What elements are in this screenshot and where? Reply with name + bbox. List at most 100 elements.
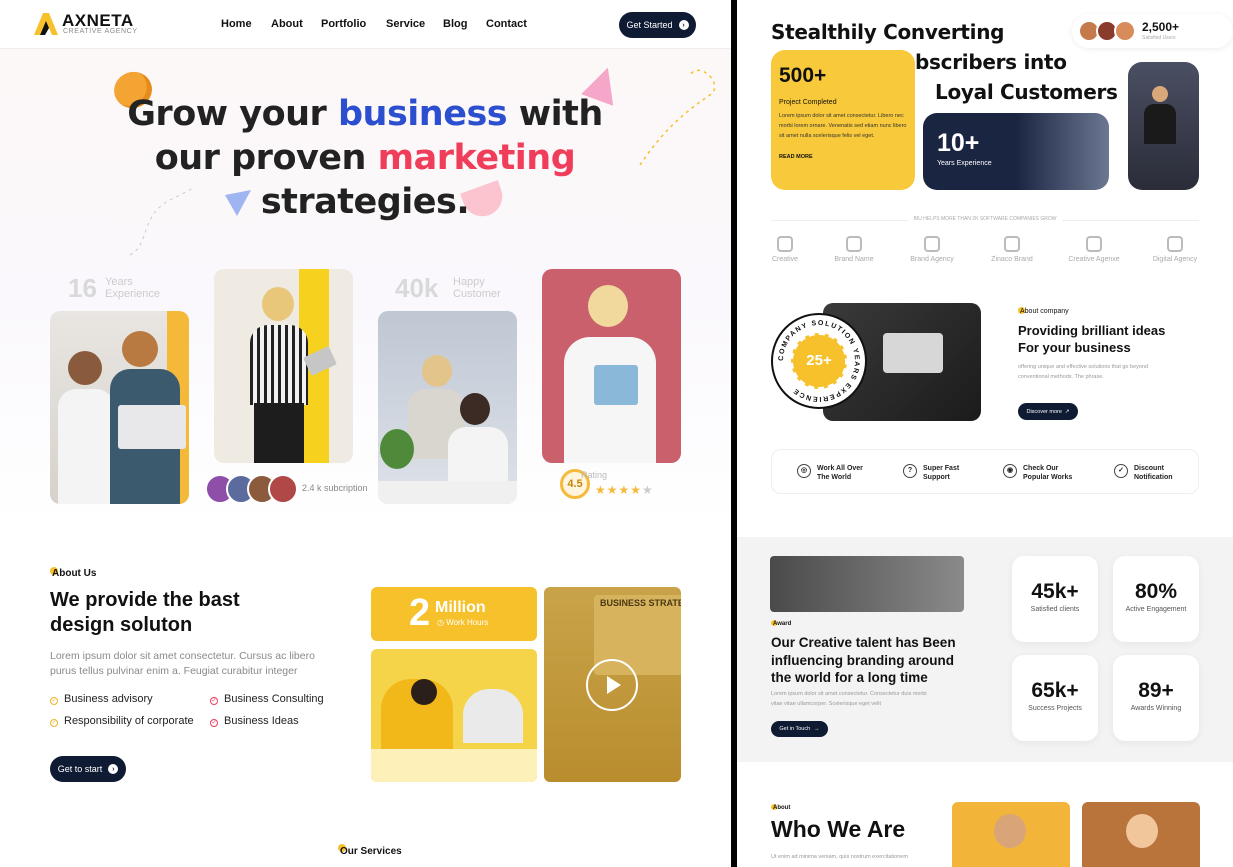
person-head <box>262 287 294 321</box>
hero-headline: Grow your business with our proven marke… <box>127 94 603 222</box>
get-started-button[interactable]: Get Started › <box>619 12 696 38</box>
navbar: AXNETA CREATIVE AGENCY Home About Portfo… <box>0 0 731 49</box>
person-body <box>448 427 508 487</box>
avatar <box>268 474 298 504</box>
brand-icon <box>846 236 862 252</box>
features-bar: ◎ Work All Over The World ? Super Fast Suppo… <box>771 449 1199 494</box>
stat-box: 89+ Awards Winning <box>1113 655 1199 741</box>
arrow-right-icon: → <box>814 726 820 732</box>
get-started-label: Get Started <box>626 20 673 30</box>
happy-stat-label: Happy Customer <box>453 276 501 300</box>
nav-service[interactable]: Service <box>386 18 425 30</box>
desk <box>371 749 537 782</box>
nav-about[interactable]: About <box>271 18 303 30</box>
nav-blog[interactable]: Blog <box>443 18 467 30</box>
stat-box: 80% Active Engagement <box>1113 556 1199 642</box>
nav-contact[interactable]: Contact <box>486 18 527 30</box>
logo-icon[interactable] <box>34 13 58 35</box>
million-card: 2 Million ◷ Work Hours <box>371 587 537 641</box>
about-company-title: Providing brilliant ideas For your busine… <box>1018 323 1166 355</box>
get-in-touch-button[interactable]: Get in Touch → <box>771 721 828 737</box>
plant <box>380 429 414 469</box>
star-rating: ★★★★★ <box>595 483 654 497</box>
brand-icon <box>1167 236 1183 252</box>
brand-logo: Zinaco Brand <box>982 236 1042 263</box>
person-head <box>1126 814 1158 848</box>
users-pill: 2,500+ Satisfied Users <box>1072 14 1233 48</box>
team-member-photo <box>1082 802 1200 867</box>
projects-text: Lorem ipsum dolor sit amet consectetur. … <box>779 113 907 139</box>
feature-item: ✓ Discount Notification <box>1114 464 1173 482</box>
about-text: Lorem ipsum dolor sit amet consectetur. … <box>50 650 315 677</box>
works-icon: ◉ <box>1003 464 1017 478</box>
projects-number: 500+ <box>779 64 827 87</box>
about-company-text: offering unique and effective solutions … <box>1018 364 1149 380</box>
play-icon <box>607 676 621 694</box>
person-head <box>411 679 437 705</box>
dashed-curve-decoration <box>639 69 716 166</box>
nav-home[interactable]: Home <box>221 18 252 30</box>
check-icon: ✓ <box>50 697 58 705</box>
brand-logo: Brand Agency <box>902 236 962 263</box>
check-item: ✓ Business Ideas <box>210 715 299 727</box>
team-photo-3 <box>378 311 517 504</box>
users-label: Satisfied Users <box>1142 35 1176 41</box>
million-word: Million <box>435 599 486 616</box>
person-head <box>588 285 628 327</box>
avatar <box>1114 20 1136 42</box>
arrow-right-icon: › <box>678 20 689 30</box>
workspace-photo <box>371 649 537 782</box>
years-stat-label: Years Experience <box>105 276 161 300</box>
workspace-wide-photo <box>770 556 964 612</box>
person-head <box>460 393 490 425</box>
play-button[interactable] <box>586 659 638 711</box>
brand-icon <box>777 236 793 252</box>
stat-box: 45k+ Satisfied clients <box>1012 556 1098 642</box>
services-tag: Our Services <box>340 846 402 857</box>
rating-label: Rating <box>581 470 608 480</box>
years-stat-number: 16 <box>68 273 97 303</box>
desk <box>378 481 517 504</box>
get-to-start-label: Get to start <box>57 764 103 774</box>
award-title: Our Creative talent has Been influencing … <box>771 635 956 685</box>
award-tag: Award <box>773 621 792 627</box>
person-head <box>422 355 452 387</box>
subscription-count: 2.4 k subcription <box>302 483 368 493</box>
about-company-tag: About company <box>1020 308 1069 315</box>
person-head <box>68 351 102 385</box>
experience-card: 10+ Years Experience <box>923 113 1109 190</box>
million-number: 2 <box>409 592 431 634</box>
brand-subtitle: CREATIVE AGENCY <box>63 28 138 35</box>
screenshot-root: AXNETA CREATIVE AGENCY Home About Portfo… <box>0 0 1233 867</box>
brands-caption: BIU HELPS MORE THAN 2K SOFTWARE COMPANIE… <box>771 216 1199 222</box>
nav-portfolio[interactable]: Portfolio <box>321 18 366 30</box>
check-item: ✓ Business Consulting <box>210 693 324 705</box>
users-count: 2,500+ <box>1142 20 1180 34</box>
video-card: BUSINESS STRATEG <box>544 587 681 782</box>
team-photo-1 <box>50 311 189 504</box>
read-more-link[interactable]: READ MORE <box>779 154 813 160</box>
brand-logo: Digital Agency <box>1145 236 1205 263</box>
folders <box>594 365 638 405</box>
discover-more-button[interactable]: Discover more ↗ <box>1018 403 1078 420</box>
arrow-up-right-icon: ↗ <box>1064 408 1070 415</box>
landing-page-left: AXNETA CREATIVE AGENCY Home About Portfo… <box>0 0 731 867</box>
landing-page-right: Stealthily Converting Subscribers into L… <box>737 0 1233 867</box>
brand-icon <box>924 236 940 252</box>
feature-item: ? Super Fast Support <box>903 464 959 482</box>
brand-icon <box>1004 236 1020 252</box>
person-body <box>250 325 308 405</box>
about-title: We provide the bast design soluton <box>50 589 240 636</box>
who-tag: About <box>773 805 791 811</box>
get-to-start-button[interactable]: Get to start › <box>50 756 126 782</box>
section-title-line3: Loyal Customers <box>935 80 1118 104</box>
person-body <box>463 689 523 743</box>
million-sub: ◷ Work Hours <box>437 618 489 627</box>
badge-number: 25+ <box>791 333 847 389</box>
person-head <box>994 814 1026 848</box>
meeting-photo <box>1128 62 1199 190</box>
happy-stat-number: 40k <box>395 273 439 303</box>
section-title-line1: Stealthily Converting <box>771 20 1005 44</box>
screen-text: BUSINESS STRATEG <box>600 598 681 608</box>
brand-logo: Brand Name <box>824 236 884 263</box>
